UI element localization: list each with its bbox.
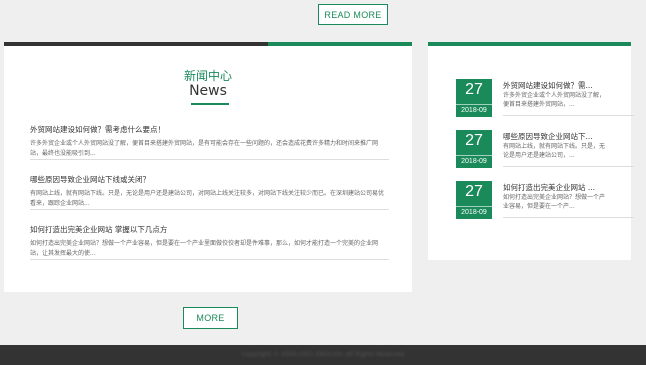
dated-news-title[interactable]: 哪些原因导致企业网站下...	[503, 131, 606, 142]
footer: Copyright © 2004-2021 ENGLISH, All Right…	[0, 345, 646, 365]
news-item[interactable]: 外贸网站建设如何做？需考虑什么要点！ 许多外贸企业或个人外贸网站没了解，便首目来…	[30, 124, 389, 160]
news-item-desc: 许多外贸企业或个人外贸网站没了解，便首目来搭建外贸网站，是有可能会存在一些问题的…	[30, 140, 379, 157]
date-year-month: 2018-09	[456, 206, 492, 216]
news-heading-underline	[191, 103, 229, 105]
dated-news-desc: 有网站上线，就有网站下线。只是，无论是用户还是建站公司，...	[503, 143, 606, 159]
date-day: 27	[465, 132, 483, 149]
news-panel: 新闻中心 News 外贸网站建设如何做？需考虑什么要点！ 许多外贸企业或个人外贸…	[4, 42, 412, 292]
divider	[503, 217, 634, 218]
date-year-month: 2018-09	[456, 155, 492, 165]
date-badge: 27 2018-09	[456, 181, 492, 219]
news-item-desc: 如何打造出完美企业网站？想做一个产业容易，但是要在一个产业里面做佼佼者却是件难事…	[30, 240, 379, 257]
news-panel-topbar-green	[268, 42, 412, 46]
dated-news-panel: 27 2018-09 外贸网站建设如何做？需... 许多外贸企业或个人外贸网站没…	[428, 42, 634, 260]
dated-news-desc: 如何打造出完美企业网站？想做一个产业容易，但是要在一个产...	[503, 194, 606, 210]
news-heading-cn: 新闻中心	[183, 69, 232, 83]
news-item-title[interactable]: 哪些原因导致企业网站下线或关闭？	[30, 174, 389, 185]
news-item-desc: 有网站上线，就有网站下线。只是，无论是用户还是建站公司，对网站上线关注较多，对网…	[30, 190, 385, 207]
dated-news-desc: 许多外贸企业或个人外贸网站没了解，便首目来搭建外贸网站，...	[503, 92, 606, 108]
news-item-title[interactable]: 如何打造出完美企业网站 掌握以下几点方	[30, 224, 389, 235]
date-badge: 27 2018-09	[456, 79, 492, 117]
divider	[503, 166, 634, 167]
news-item-title[interactable]: 外贸网站建设如何做？需考虑什么要点！	[30, 124, 389, 135]
news-item[interactable]: 如何打造出完美企业网站 掌握以下几点方 如何打造出完美企业网站？想做一个产业容易…	[30, 224, 389, 260]
dated-news-item[interactable]: 27 2018-09 如何打造出完美企业网站 ... 如何打造出完美企业网站？想…	[456, 181, 634, 219]
date-day: 27	[465, 81, 483, 98]
dated-news-item[interactable]: 27 2018-09 哪些原因导致企业网站下... 有网站上线，就有网站下线。只…	[456, 130, 634, 168]
news-panel-topbar-dark	[4, 42, 268, 46]
date-year-month: 2018-09	[456, 104, 492, 114]
dated-news-item[interactable]: 27 2018-09 外贸网站建设如何做？需... 许多外贸企业或个人外贸网站没…	[456, 79, 634, 117]
dated-news-title[interactable]: 如何打造出完美企业网站 ...	[503, 182, 606, 193]
dated-news-title[interactable]: 外贸网站建设如何做？需...	[503, 80, 606, 91]
divider	[503, 115, 634, 116]
news-heading-en: News	[189, 83, 227, 99]
date-day: 27	[465, 183, 483, 200]
news-item[interactable]: 哪些原因导致企业网站下线或关闭？ 有网站上线，就有网站下线。只是，无论是用户还是…	[30, 174, 389, 210]
footer-copyright: Copyright © 2004-2021 ENGLISH, All Right…	[241, 351, 405, 358]
date-badge: 27 2018-09	[456, 130, 492, 168]
dated-panel-topbar	[428, 42, 631, 46]
read-more-button[interactable]: READ MORE	[318, 4, 388, 25]
more-button[interactable]: MORE	[183, 307, 238, 329]
